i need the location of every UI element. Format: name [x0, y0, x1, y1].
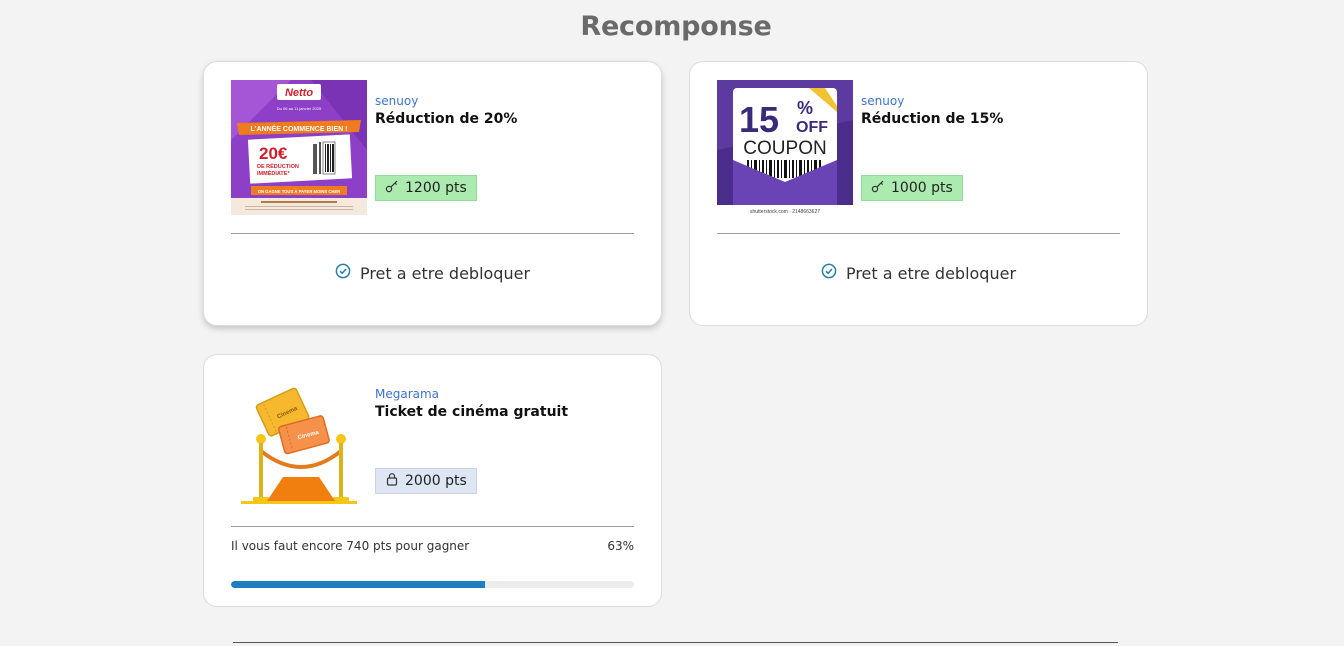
svg-text:shutterstock.com · 2148663627: shutterstock.com · 2148663627	[750, 209, 820, 215]
key-icon	[385, 179, 399, 197]
reward-title: Réduction de 20%	[375, 111, 518, 127]
svg-text:20€: 20€	[259, 144, 288, 163]
svg-text:IMMÉDIATE*: IMMÉDIATE*	[257, 169, 290, 177]
points-value: 1200 pts	[405, 180, 467, 196]
svg-text:Du 06 au 11 janvier 2025: Du 06 au 11 janvier 2025	[277, 106, 322, 111]
reward-brand[interactable]: Megarama	[375, 387, 439, 401]
lock-icon	[385, 472, 399, 490]
cinema-tickets-image: Cinema Cinema	[231, 373, 367, 508]
card-divider	[717, 233, 1120, 234]
card-divider	[231, 233, 634, 234]
progress-bar	[231, 581, 634, 588]
svg-text:L'ANNÉE COMMENCE BIEN !: L'ANNÉE COMMENCE BIEN !	[251, 124, 348, 133]
check-circle-icon	[821, 263, 837, 283]
progress-bar-fill	[231, 581, 485, 588]
coupon-15-image: 15 % OFF COUPON shutterstock.com · 21486…	[717, 80, 853, 215]
key-icon	[871, 179, 885, 197]
reward-card[interactable]: Cinema Cinema Megarama Ticket de cinéma	[203, 354, 662, 607]
unlock-status[interactable]: Pret a etre debloquer	[204, 263, 661, 283]
points-badge: 1200 pts	[375, 175, 477, 201]
svg-text:Netto: Netto	[285, 87, 313, 99]
svg-text:OFF: OFF	[796, 119, 828, 136]
netto-coupon-image: Netto Du 06 au 11 janvier 2025 L'ANNÉE C…	[231, 80, 367, 215]
status-label: Pret a etre debloquer	[845, 263, 1017, 283]
rewards-page: Recomponse Netto Du 06 au 11 janvier 202…	[0, 0, 1344, 646]
progress-percent: 63%	[607, 539, 634, 553]
section-divider	[233, 642, 1118, 643]
points-badge: 2000 pts	[375, 468, 477, 494]
check-circle-icon	[335, 263, 351, 283]
progress-text: Il vous faut encore 740 pts pour gagner	[231, 539, 470, 553]
unlock-status[interactable]: Pret a etre debloquer	[690, 263, 1147, 283]
page-title: Recomponse	[580, 11, 772, 42]
card-divider	[231, 526, 634, 527]
status-label: Pret a etre debloquer	[359, 263, 531, 283]
points-badge: 1000 pts	[861, 175, 963, 201]
reward-brand[interactable]: senuoy	[861, 94, 904, 108]
svg-text:15: 15	[739, 99, 779, 140]
svg-text:DE RÉDUCTION: DE RÉDUCTION	[257, 162, 299, 170]
svg-text:%: %	[797, 98, 813, 118]
svg-text:COUPON: COUPON	[743, 138, 826, 159]
reward-brand[interactable]: senuoy	[375, 94, 418, 108]
reward-title: Ticket de cinéma gratuit	[375, 404, 569, 420]
svg-text:ON GAGNE TOUS À PAYER MOINS CH: ON GAGNE TOUS À PAYER MOINS CHER	[258, 189, 341, 194]
reward-card[interactable]: Netto Du 06 au 11 janvier 2025 L'ANNÉE C…	[203, 61, 662, 326]
points-value: 1000 pts	[891, 180, 953, 196]
points-value: 2000 pts	[405, 473, 467, 489]
reward-title: Réduction de 15%	[861, 111, 1004, 127]
reward-card[interactable]: 15 % OFF COUPON shutterstock.com · 21486…	[689, 61, 1148, 326]
